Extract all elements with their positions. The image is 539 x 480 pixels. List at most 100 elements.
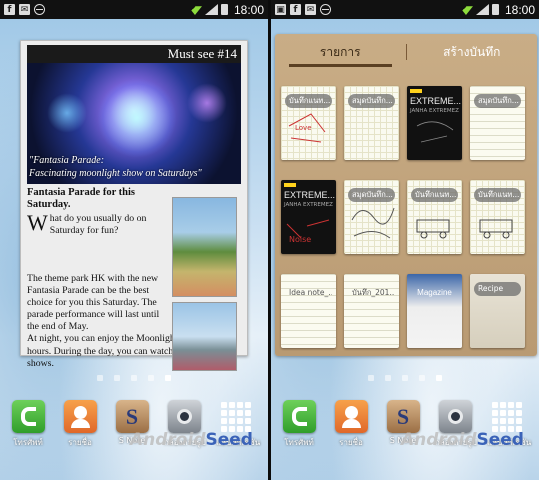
phone-app[interactable]: โทรศัพท์ xyxy=(279,400,319,449)
contacts-app[interactable]: รายชื่อ xyxy=(60,400,100,449)
contacts-icon xyxy=(63,400,97,433)
contacts-label: รายชื่อ xyxy=(339,438,363,447)
note-label: สมุดบันทึก... xyxy=(474,94,521,108)
phone-icon xyxy=(282,400,316,433)
status-bar: ▣ f ✉ 18:00 xyxy=(271,0,539,19)
note-thumbnail[interactable]: Idea note_... xyxy=(281,274,336,348)
apps-button[interactable]: แอปพลิเคชัน xyxy=(216,400,261,449)
note-thumbnail[interactable]: สมุดบันทึก... xyxy=(470,86,525,160)
s-note-app[interactable]: S S Note xyxy=(383,400,423,445)
page-dot[interactable] xyxy=(114,375,120,381)
apps-grid-icon xyxy=(220,400,253,433)
page-dot[interactable] xyxy=(385,375,391,381)
article-intro: What do you usually do on Saturday for f… xyxy=(27,212,173,237)
intro-text: hat do you usually do on Saturday for fu… xyxy=(49,213,147,237)
wifi-icon xyxy=(458,6,473,15)
note-thumbnail[interactable]: Magazine xyxy=(407,274,462,348)
camera-label: กล้องถ่ายรูป xyxy=(435,438,477,447)
parade-costume-photo xyxy=(172,302,237,371)
caption-line-1: "Fantasia Parade: xyxy=(29,155,105,166)
svg-text:Love: Love xyxy=(295,124,312,132)
page-dot[interactable] xyxy=(419,375,425,381)
apps-button[interactable]: แอปพลิเคชัน xyxy=(487,400,532,449)
page-indicator xyxy=(0,375,268,381)
blocked-icon xyxy=(320,4,331,15)
apps-grid-icon xyxy=(491,400,524,433)
phone-icon xyxy=(11,400,45,433)
camera-app[interactable]: กล้องถ่ายรูป xyxy=(435,400,477,449)
page-dot-active[interactable] xyxy=(436,375,442,381)
page-dot[interactable] xyxy=(368,375,374,381)
caption-line-2: Fascinating moonlight show on Saturdays" xyxy=(29,168,202,179)
page-dot-active[interactable] xyxy=(165,375,171,381)
body-paragraph-1: The theme park HK with the new Fantasia … xyxy=(27,273,160,333)
camera-icon xyxy=(438,400,472,433)
phone-app[interactable]: โทรศัพท์ xyxy=(8,400,48,449)
note-thumbnail[interactable]: สมุดบันทึก... xyxy=(344,180,399,254)
note-label: Idea note_... xyxy=(289,288,332,297)
camera-app[interactable]: กล้องถ่ายรูป xyxy=(164,400,206,449)
contacts-app[interactable]: รายชื่อ xyxy=(331,400,371,449)
note-label: บันทึกแนท... xyxy=(411,188,458,202)
page-indicator xyxy=(271,375,539,381)
memo-widget: รายการ สร้างบันทึก Love บันทึกแนท... สมุ… xyxy=(275,34,537,356)
battery-icon xyxy=(491,4,499,15)
note-thumbnail[interactable]: Love บันทึกแนท... xyxy=(281,86,336,160)
note-thumbnail[interactable]: บันทึกแนท... xyxy=(407,180,462,254)
note-label: Recipe xyxy=(474,282,521,296)
s-note-label: S Note xyxy=(118,436,146,445)
note-thumbnail[interactable]: EXTREME... JANHA EXTREMEZ Noise xyxy=(281,180,336,254)
home-screen-left: f ✉ 18:00 Must see #14 "Fantasia Parade:… xyxy=(0,0,268,480)
page-dot[interactable] xyxy=(148,375,154,381)
page-dot[interactable] xyxy=(402,375,408,381)
dock: โทรศัพท์ รายชื่อ S S Note กล้องถ่ายรูป แ… xyxy=(271,400,539,480)
note-label: บันทึกแนท... xyxy=(285,94,332,108)
note-label: Magazine xyxy=(417,288,452,297)
tab-create-note[interactable]: สร้างบันทึก xyxy=(407,34,538,70)
note-thumbnail[interactable]: Recipe xyxy=(470,274,525,348)
note-label: บันทึกแนท... xyxy=(474,188,521,202)
signal-icon xyxy=(475,4,489,15)
mail-icon: ✉ xyxy=(305,4,316,15)
s-note-app[interactable]: S S Note xyxy=(112,400,152,445)
mail-icon: ✉ xyxy=(19,4,30,15)
note-label: สมุดบันทึก... xyxy=(348,94,395,108)
page-dot[interactable] xyxy=(131,375,137,381)
facebook-icon: f xyxy=(4,4,15,15)
s-note-label: S Note xyxy=(389,436,417,445)
s-note-icon: S xyxy=(115,400,149,433)
parade-float-photo xyxy=(172,197,237,297)
note-label: บันทึก_201... xyxy=(352,288,395,297)
camera-icon xyxy=(167,400,201,433)
must-see-widget[interactable]: Must see #14 "Fantasia Parade: Fascinati… xyxy=(20,40,248,371)
note-thumbnail[interactable]: สมุดบันทึก... xyxy=(344,86,399,160)
status-time: 18:00 xyxy=(504,2,535,17)
article-title: Fantasia Parade for this Saturday. xyxy=(27,187,136,210)
widget-header: Must see #14 xyxy=(27,45,241,63)
gallery-icon: ▣ xyxy=(275,4,286,15)
facebook-icon: f xyxy=(290,4,301,15)
home-screen-right: ▣ f ✉ 18:00 รายการ สร้างบันทึก Love บันท… xyxy=(271,0,539,480)
note-label: สมุดบันทึก... xyxy=(348,188,395,202)
note-grid: Love บันทึกแนท... สมุดบันทึก... EXTREME.… xyxy=(281,86,531,348)
status-time: 18:00 xyxy=(233,2,264,17)
note-thumbnail[interactable]: EXTREME... JANHA EXTREMEZ xyxy=(407,86,462,160)
note-thumbnail[interactable]: บันทึกแนท... xyxy=(470,180,525,254)
note-thumbnail[interactable]: บันทึก_201... xyxy=(344,274,399,348)
contacts-label: รายชื่อ xyxy=(68,438,92,447)
blocked-icon xyxy=(34,4,45,15)
parade-photo[interactable]: "Fantasia Parade: Fascinating moonlight … xyxy=(27,63,241,184)
svg-text:Noise: Noise xyxy=(289,235,311,244)
wifi-icon xyxy=(187,6,202,15)
apps-label: แอปพลิเคชัน xyxy=(487,438,532,447)
memo-tabs: รายการ สร้างบันทึก xyxy=(275,34,537,70)
tab-list[interactable]: รายการ xyxy=(275,34,406,70)
signal-icon xyxy=(204,4,218,15)
page-dot[interactable] xyxy=(97,375,103,381)
apps-label: แอปพลิเคชัน xyxy=(216,438,261,447)
battery-icon xyxy=(220,4,228,15)
s-note-icon: S xyxy=(386,400,420,433)
dock: โทรศัพท์ รายชื่อ S S Note กล้องถ่ายรูป แ… xyxy=(0,400,268,480)
contacts-icon xyxy=(334,400,368,433)
phone-label: โทรศัพท์ xyxy=(284,438,314,447)
